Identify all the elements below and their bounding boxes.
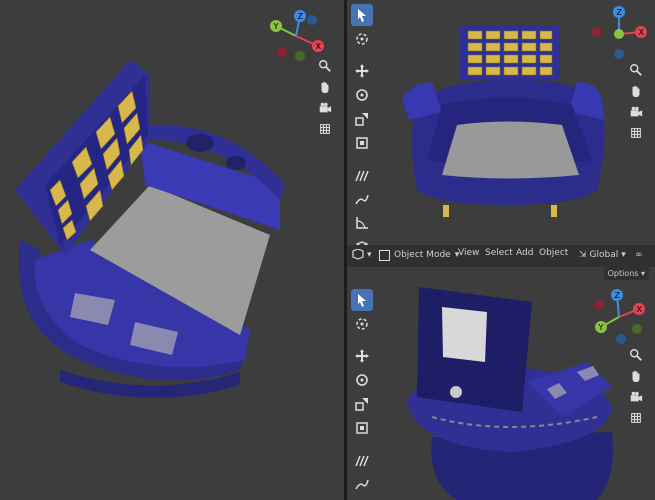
select-box-icon[interactable]: [351, 289, 373, 311]
orientation-label: Global: [589, 250, 619, 260]
gizmo-x-label: X: [316, 42, 322, 51]
menu-object[interactable]: Object: [539, 248, 568, 258]
gizmo-y-label: Y: [273, 22, 279, 31]
axis-gizmo-bottom-right[interactable]: Z X Y: [589, 289, 649, 345]
viewport-left[interactable]: Y Z X: [0, 0, 344, 500]
rotate-icon[interactable]: [351, 84, 373, 106]
grid-icon[interactable]: [627, 124, 645, 142]
menu-view[interactable]: View: [458, 248, 479, 258]
gizmo-y-label: Y: [598, 323, 604, 332]
camera-icon[interactable]: [627, 388, 645, 406]
pan-hand-icon[interactable]: [627, 367, 645, 385]
scale-icon[interactable]: [351, 108, 373, 130]
transform-icon[interactable]: [351, 417, 373, 439]
toolbar-bottom-right: [351, 287, 377, 500]
annotate-icon[interactable]: [351, 164, 373, 186]
pan-hand-icon[interactable]: [316, 78, 334, 96]
gizmo-z-label: Z: [615, 291, 621, 300]
measure-icon[interactable]: [351, 212, 373, 234]
grid-icon[interactable]: [627, 409, 645, 427]
nav-controls-top-right: [627, 58, 647, 145]
move-icon[interactable]: [351, 60, 373, 82]
nav-controls-bottom-right: [627, 343, 647, 430]
viewport-header: ▾ Object Mode ▾ View Select Add Object ⇲ G…: [347, 245, 655, 267]
options-dropdown[interactable]: Options ▾: [603, 267, 649, 280]
gizmo-z-label: Z: [617, 8, 623, 17]
transform-icon[interactable]: [351, 132, 373, 154]
link-icon[interactable]: ∞: [635, 247, 643, 263]
model-perspective-render: [15, 60, 285, 398]
menu-select[interactable]: Select: [485, 248, 513, 258]
menu-add[interactable]: Add: [516, 248, 533, 258]
viewport-bottom-right[interactable]: Z X Y: [347, 267, 655, 500]
toolbar-top-right: [351, 2, 377, 245]
pan-hand-icon[interactable]: [627, 82, 645, 100]
gizmo-x-label: X: [637, 305, 643, 314]
move-icon[interactable]: [351, 345, 373, 367]
orientation-dropdown[interactable]: ⇲ Global ▾: [579, 247, 626, 263]
options-label: Options: [607, 269, 639, 278]
rotate-icon[interactable]: [351, 369, 373, 391]
zoom-icon[interactable]: [627, 346, 645, 364]
gizmo-z-label: Z: [298, 12, 304, 21]
zoom-icon[interactable]: [627, 61, 645, 79]
viewport-top-right[interactable]: Z X: [347, 0, 655, 245]
zoom-icon[interactable]: [316, 57, 334, 75]
camera-icon[interactable]: [316, 99, 334, 117]
draw-icon[interactable]: [351, 188, 373, 210]
add-cube-icon[interactable]: [351, 236, 373, 245]
cursor-icon[interactable]: [351, 28, 373, 50]
mode-label: Object Mode: [394, 250, 451, 260]
select-box-icon[interactable]: [351, 4, 373, 26]
editor-type-dropdown[interactable]: ▾: [351, 247, 372, 263]
nav-controls-left: [316, 54, 336, 141]
grid-icon[interactable]: [316, 120, 334, 138]
axis-gizmo-top-right[interactable]: Z X: [589, 4, 649, 60]
draw-icon[interactable]: [351, 473, 373, 495]
mode-dropdown[interactable]: Object Mode ▾: [379, 247, 459, 263]
annotate-icon[interactable]: [351, 449, 373, 471]
camera-icon[interactable]: [627, 103, 645, 121]
gizmo-x-label: X: [639, 28, 645, 37]
cursor-icon[interactable]: [351, 313, 373, 335]
scale-icon[interactable]: [351, 393, 373, 415]
